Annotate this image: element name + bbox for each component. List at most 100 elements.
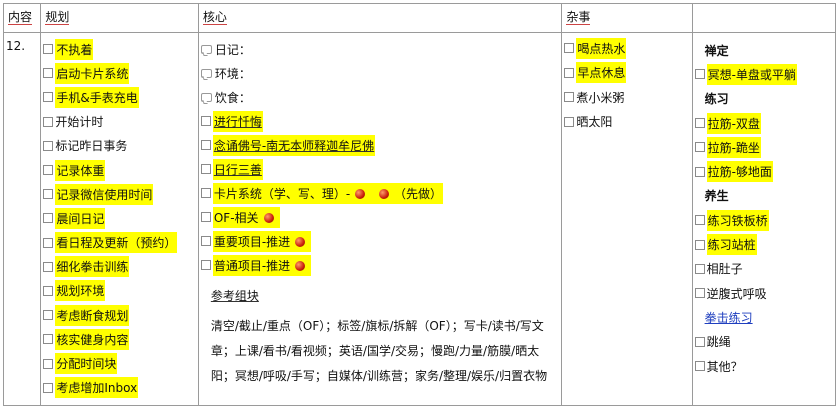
- checkbox[interactable]: [564, 43, 575, 54]
- checkbox[interactable]: [43, 116, 54, 127]
- checkbox[interactable]: [43, 310, 54, 321]
- checkbox[interactable]: [43, 213, 54, 224]
- checkbox[interactable]: [694, 118, 705, 129]
- extra-item: 练习: [693, 87, 835, 111]
- checkbox[interactable]: [564, 116, 575, 127]
- extra-item: 拉筋-跪坐: [693, 135, 835, 159]
- item-text: 喝点热水: [576, 37, 627, 59]
- item-text: 早点休息: [576, 62, 627, 84]
- checkbox[interactable]: [200, 212, 211, 222]
- checkbox[interactable]: [200, 188, 211, 198]
- checkbox[interactable]: [200, 260, 211, 270]
- item-text: 重要项目-推进: [212, 230, 312, 252]
- checkbox[interactable]: [43, 237, 54, 248]
- item-text: 相肚子: [706, 262, 743, 277]
- checkbox[interactable]: [694, 215, 705, 226]
- item-text: 煮小米粥: [576, 90, 625, 105]
- item-text: OF-相关: [212, 206, 280, 228]
- item-text: 拉筋-够地面: [706, 161, 773, 183]
- item-text: 环境：: [214, 66, 251, 81]
- item-suffix: （先做）: [394, 186, 443, 201]
- header-label: 核心: [202, 10, 227, 25]
- checkbox[interactable]: [43, 92, 54, 103]
- core-item: 环境：: [199, 61, 561, 85]
- checkbox[interactable]: [43, 140, 54, 151]
- checkbox[interactable]: [694, 239, 705, 250]
- checkbox[interactable]: [200, 236, 211, 246]
- checkbox[interactable]: [43, 285, 54, 296]
- checkbox[interactable]: [200, 116, 211, 126]
- core-item: 卡片系统（学、写、理）- （先做）: [199, 181, 561, 205]
- checkbox[interactable]: [43, 44, 54, 55]
- extra-item: 拉筋-双盘: [693, 111, 835, 135]
- item-text: 拉筋-双盘: [706, 112, 761, 134]
- extra-item: 跳绳: [693, 330, 835, 354]
- plan-item: 标记昨日事务: [41, 134, 198, 158]
- plan-item: 核实健身内容: [41, 327, 198, 351]
- red-ball-icon: [295, 261, 306, 271]
- section-heading: 禅定: [704, 43, 729, 58]
- checkbox[interactable]: [694, 361, 705, 371]
- reference-text: 清空/截止/重点（OF）；标签/旗标/拆解（OF）；写卡/读书/写文章；上课/看…: [210, 319, 548, 383]
- item-text: 看日程及更新（预约）: [55, 232, 178, 254]
- item-text: 规划环境: [55, 280, 106, 302]
- checkbox[interactable]: [43, 189, 54, 200]
- checkbox[interactable]: [564, 67, 575, 78]
- extra-item: 逆腹式呼吸: [693, 281, 835, 305]
- core-item: 日记：: [199, 37, 561, 61]
- plan-item: 记录微信使用时间: [41, 182, 198, 206]
- extra-list: 禅定 冥想-单盘或平躺 练习 拉筋-双盘 拉筋-跪坐 拉筋-够地面 养生 练习铁板桥 练习站桩相…: [693, 33, 835, 378]
- core-cell: 日记： 环境： 饮食： 进行忏悔 念诵佛号-南无本师释迦牟尼佛 日行三善 卡片系统（学、写、…: [197, 32, 563, 406]
- checkbox[interactable]: [43, 334, 54, 345]
- item-text: 跳绳: [706, 335, 731, 350]
- boxing-practice-link[interactable]: 拳击练习: [693, 309, 753, 326]
- misc-item: 喝点热水: [562, 36, 691, 61]
- item-text: 逆腹式呼吸: [706, 286, 767, 301]
- checkbox[interactable]: [694, 336, 705, 347]
- core-item: OF-相关: [199, 205, 561, 229]
- header-content: 内容: [2, 3, 42, 33]
- checkbox[interactable]: [43, 358, 54, 369]
- red-ball-icon: [263, 213, 274, 223]
- header-core: 核心: [197, 3, 563, 33]
- reference-block: 参考组块 清空/截止/重点（OF）；标签/旗标/拆解（OF）；写卡/读书/写文章…: [211, 287, 561, 389]
- misc-list: 喝点热水早点休息煮小米粥晒太阳: [562, 33, 691, 134]
- extra-item: 养生: [693, 184, 835, 208]
- section-heading: 练习: [704, 92, 729, 107]
- checkbox[interactable]: [694, 69, 705, 80]
- header-plan: 规划: [40, 3, 199, 33]
- item-text: 记录体重: [55, 159, 106, 181]
- plan-cell: 不执着 启动卡片系统 手机&手表充电 开始计时 标记昨日事务 记录体重 记录微信使用时间 晨间…: [40, 32, 199, 406]
- item-text: 日行三善: [212, 158, 263, 180]
- checkbox[interactable]: [694, 142, 705, 153]
- plan-item: 细化拳击训练: [41, 255, 198, 279]
- item-text: 卡片系统（学、写、理）- （先做）: [212, 182, 444, 204]
- core-item: 进行忏悔: [199, 109, 561, 133]
- plan-item: 开始计时: [41, 110, 198, 134]
- misc-item: 煮小米粥: [562, 85, 691, 110]
- checkbox[interactable]: [43, 68, 54, 79]
- comment-icon: [200, 44, 212, 54]
- misc-item: 晒太阳: [562, 110, 691, 135]
- checkbox[interactable]: [694, 288, 705, 299]
- item-text: 启动卡片系统: [55, 62, 130, 84]
- row-number: 12.: [6, 39, 26, 53]
- checkbox[interactable]: [200, 140, 211, 150]
- misc-item: 早点休息: [562, 61, 691, 86]
- checkbox[interactable]: [43, 261, 54, 272]
- checkbox[interactable]: [43, 382, 54, 393]
- header-misc: 杂事: [561, 3, 693, 33]
- core-item: 普通项目-推进: [199, 253, 561, 277]
- checkbox[interactable]: [564, 92, 575, 103]
- extra-item: 禅定: [693, 38, 835, 62]
- checkbox[interactable]: [694, 166, 705, 177]
- checkbox[interactable]: [43, 165, 54, 176]
- item-text: 开始计时: [55, 115, 104, 130]
- misc-cell: 喝点热水早点休息煮小米粥晒太阳: [561, 32, 693, 406]
- item-text: 考虑断食规划: [55, 304, 130, 326]
- core-item: 重要项目-推进: [199, 229, 561, 253]
- item-text: 普通项目-推进: [212, 254, 312, 276]
- checkbox[interactable]: [694, 263, 705, 274]
- checkbox[interactable]: [200, 164, 211, 174]
- section-heading: 养生: [704, 189, 729, 204]
